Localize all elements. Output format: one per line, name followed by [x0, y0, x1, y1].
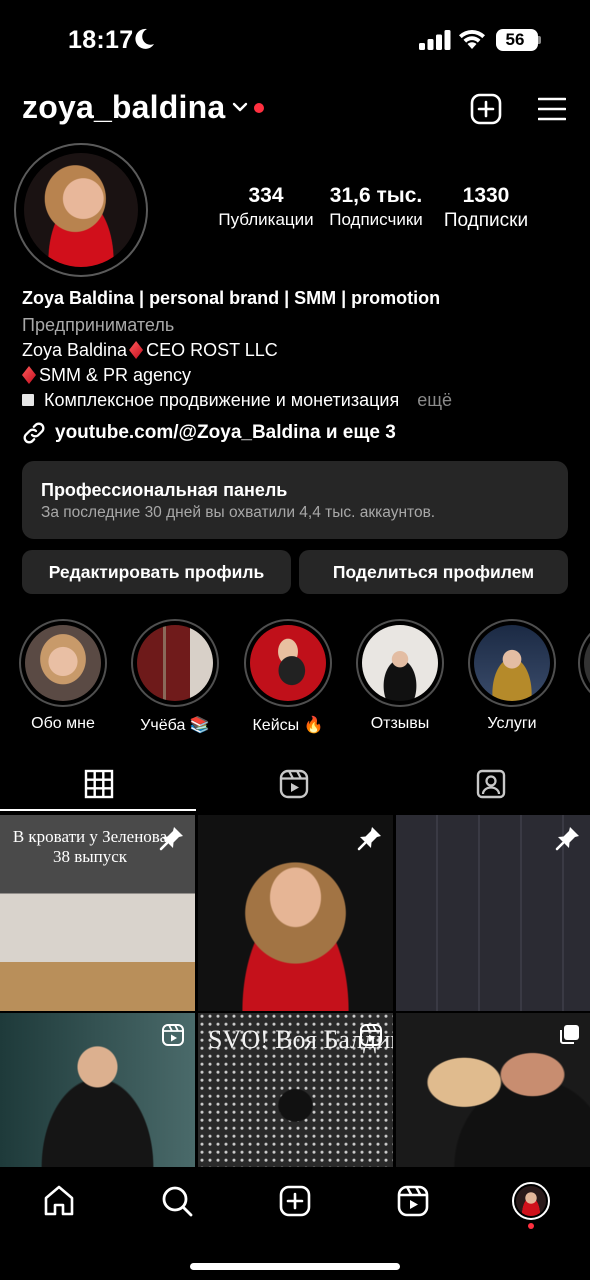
- edit-profile-button[interactable]: Редактировать профиль: [22, 550, 291, 594]
- highlight-services[interactable]: Услуги: [467, 619, 557, 733]
- grid-post[interactable]: [396, 815, 590, 1011]
- professional-dashboard[interactable]: Профессиональная панель За последние 30 …: [22, 461, 568, 539]
- grid-post[interactable]: [0, 1013, 195, 1167]
- highlight-ring: [131, 619, 219, 707]
- pin-icon: [357, 827, 381, 851]
- highlight-cover: [25, 625, 101, 701]
- profile-username[interactable]: zoya_baldina: [22, 89, 225, 126]
- grid-post[interactable]: [198, 815, 393, 1011]
- carousel-badge-icon: [560, 1025, 579, 1044]
- battery-indicator: 56: [496, 29, 538, 51]
- stat-followers-value: 31,6 тыс.: [329, 184, 423, 207]
- stat-posts-label: Публикации: [218, 210, 314, 229]
- bio-line: Комплексное продвижение и монетизация ещё: [22, 390, 452, 411]
- reels-icon[interactable]: [278, 768, 310, 800]
- red-diamond-icon: [129, 341, 144, 359]
- stat-following-label: Подписки: [443, 210, 529, 231]
- stat-following-value: 1330: [462, 184, 510, 207]
- grid-icon[interactable]: [83, 768, 115, 800]
- bio-link[interactable]: youtube.com/@Zoya_Baldina и еще 3: [22, 420, 396, 446]
- pro-panel-subtitle: За последние 30 дней вы охватили 4,4 тыс…: [41, 504, 436, 521]
- bio-line2: SMM & PR agency: [39, 365, 192, 385]
- stat-followers[interactable]: 31,6 тыс. Подписчики: [322, 184, 430, 230]
- highlight-cover: [250, 625, 326, 701]
- share-profile-button[interactable]: Поделиться профилем: [299, 550, 568, 594]
- battery-cap: [538, 36, 541, 44]
- bio-category: Предприниматель: [22, 315, 175, 335]
- status-bar: 18:17 56: [0, 0, 590, 80]
- highlight-cover: [137, 625, 213, 701]
- highlight-reviews[interactable]: Отзывы: [355, 619, 445, 733]
- stat-posts[interactable]: 334 Публикации: [212, 184, 320, 230]
- bio-name: Zoya Baldina | personal brand | SMM | pr…: [22, 288, 441, 308]
- highlight-ring: [468, 619, 556, 707]
- hamburger-menu-icon[interactable]: [538, 96, 566, 122]
- notification-dot: [528, 1223, 534, 1229]
- stat-followers-label: Подписчики: [329, 210, 423, 229]
- home-icon[interactable]: [42, 1184, 76, 1218]
- highlight-ring: [578, 619, 590, 707]
- stat-posts-value: 334: [248, 184, 284, 207]
- bio-line3: Комплексное продвижение и монетизация: [44, 390, 400, 410]
- avatar: [516, 1186, 546, 1216]
- profile-tab-avatar[interactable]: [512, 1182, 550, 1220]
- pin-icon: [555, 827, 579, 851]
- highlight-cover: [584, 625, 590, 701]
- profile-avatar[interactable]: [24, 153, 138, 267]
- reels-icon[interactable]: [396, 1184, 430, 1218]
- bio-more-link[interactable]: ещё: [417, 390, 452, 410]
- wifi-icon: [459, 29, 485, 49]
- pro-panel-title: Профессиональная панель: [41, 480, 288, 500]
- highlight-cover: [474, 625, 550, 701]
- highlight-ring: [19, 619, 107, 707]
- reels-badge-icon: [162, 1024, 184, 1046]
- bottom-nav: [0, 1167, 590, 1280]
- tagged-icon[interactable]: [475, 768, 507, 800]
- search-icon[interactable]: [160, 1184, 194, 1218]
- grid-post[interactable]: [396, 1013, 590, 1167]
- white-square-icon: [22, 394, 34, 406]
- highlight-label: Обо мне: [31, 715, 95, 732]
- link-icon: [23, 422, 45, 444]
- moon-icon: [135, 28, 154, 49]
- highlight-label: Кейсы 🔥: [252, 717, 324, 734]
- pin-icon: [159, 827, 183, 851]
- highlight-cover: [362, 625, 438, 701]
- grid-post[interactable]: В кровати у Зеленова 38 выпуск: [0, 815, 195, 1011]
- highlight-about[interactable]: Обо мне: [18, 619, 108, 733]
- chevron-down-icon[interactable]: [232, 101, 248, 113]
- highlight-study[interactable]: Учёба 📚: [130, 619, 220, 735]
- red-diamond-icon: [22, 366, 36, 384]
- bio-line1-role: CEO ROST LLC: [146, 340, 278, 360]
- reels-badge-icon: [360, 1024, 382, 1046]
- create-icon[interactable]: [278, 1184, 312, 1218]
- highlight-label: Учёба 📚: [140, 717, 210, 734]
- new-post-icon[interactable]: [470, 93, 502, 125]
- notification-dot: [254, 103, 264, 113]
- highlight-ring: [244, 619, 332, 707]
- highlight-ring: [356, 619, 444, 707]
- stat-following[interactable]: 1330 Подписки: [436, 184, 536, 232]
- highlight-label: Отзывы: [370, 715, 430, 732]
- grid-post[interactable]: SVO! Воя Балдина: [198, 1013, 393, 1167]
- bio-link-text[interactable]: youtube.com/@Zoya_Baldina и еще 3: [55, 422, 396, 444]
- status-time: 18:17: [68, 26, 134, 54]
- bio-line: Zoya Baldina CEO ROST LLC: [22, 340, 278, 361]
- bio-line: SMM & PR agency: [22, 365, 191, 386]
- home-indicator: [190, 1263, 400, 1270]
- post-caption: В кровати у Зеленова 38 выпуск: [12, 827, 168, 866]
- cellular-signal-icon: [419, 30, 451, 50]
- highlight-label: Услуги: [487, 715, 537, 732]
- highlight-cases[interactable]: Кейсы 🔥: [243, 619, 333, 735]
- battery-level: 56: [505, 30, 525, 49]
- highlight-partial[interactable]: [578, 619, 590, 707]
- bio-line1-name: Zoya Baldina: [22, 340, 128, 360]
- active-tab-indicator: [0, 809, 196, 811]
